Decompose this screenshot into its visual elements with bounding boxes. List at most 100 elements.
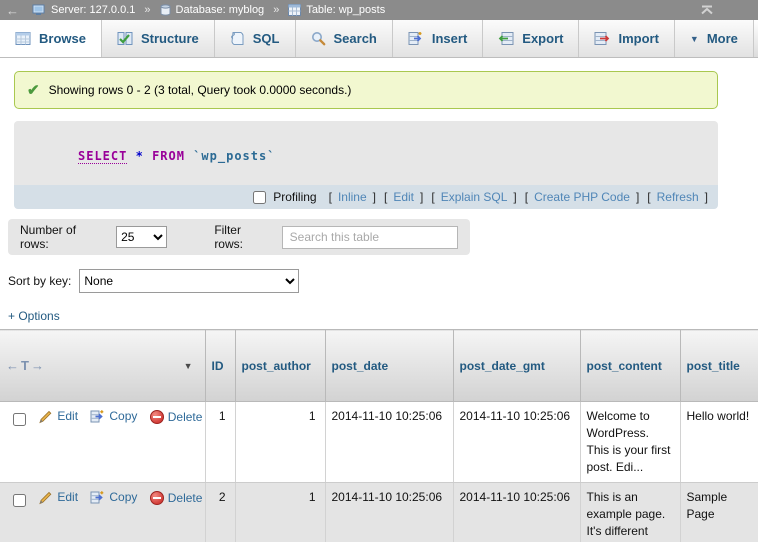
tab-search[interactable]: Search <box>296 20 393 57</box>
sort-arrow-icon[interactable]: ▼ <box>184 361 193 371</box>
create-php-code-link[interactable]: Create PHP Code <box>534 190 630 204</box>
tab-label: More <box>707 31 738 46</box>
cell-post-content: This is an example page. It's different … <box>580 483 680 542</box>
import-icon <box>594 31 610 46</box>
inline-link[interactable]: Inline <box>338 190 367 204</box>
export-icon <box>498 31 514 46</box>
chevron-down-icon: ▼ <box>690 34 699 44</box>
browse-icon <box>15 31 31 46</box>
row-checkbox[interactable] <box>13 413 26 426</box>
options-toggle-link[interactable]: + Options <box>8 309 60 323</box>
copy-icon <box>90 490 105 505</box>
search-icon <box>311 31 326 46</box>
breadcrumb-table: Table: wp_posts <box>306 4 385 16</box>
explain-sql-link[interactable]: Explain SQL <box>441 190 508 204</box>
cell-post-date-gmt: 2014-11-10 10:25:06 <box>453 483 580 542</box>
column-header-post-content[interactable]: post_content <box>580 330 680 402</box>
cell-post-title: Hello world! <box>680 402 758 483</box>
pencil-icon <box>38 409 53 424</box>
server-icon <box>32 4 46 16</box>
filter-rows-input[interactable] <box>282 226 458 249</box>
number-of-rows-label: Number of rows: <box>20 223 106 251</box>
sort-bar: Sort by key: None <box>8 269 758 293</box>
tab-label: Import <box>618 31 658 46</box>
sql-query: SELECT * FROM `wp_posts` <box>14 121 718 185</box>
tab-label: SQL <box>253 31 280 46</box>
delete-row-link[interactable]: Delete <box>150 409 203 426</box>
column-header-post-date[interactable]: post_date <box>325 330 453 402</box>
breadcrumb-separator: » <box>273 4 279 16</box>
back-arrow-icon[interactable]: ← <box>6 3 32 18</box>
row-checkbox[interactable] <box>13 494 26 507</box>
insert-icon <box>408 31 424 46</box>
success-check-icon: ✔ <box>27 81 40 99</box>
column-header-id[interactable]: ID <box>205 330 235 402</box>
pencil-icon <box>38 490 53 505</box>
tab-label: Export <box>522 31 563 46</box>
delete-icon <box>150 410 164 424</box>
sql-icon <box>230 31 245 46</box>
cell-post-author: 1 <box>235 483 325 542</box>
column-picker-icon[interactable]: ←T→ <box>6 358 46 373</box>
delete-icon <box>150 491 164 505</box>
breadcrumb-bar: ← Server: 127.0.0.1 » Database: myblog »… <box>0 0 758 20</box>
sql-keyword-select[interactable]: SELECT <box>78 149 127 164</box>
refresh-link[interactable]: Refresh <box>657 190 699 204</box>
cell-id: 1 <box>205 402 235 483</box>
copy-row-link[interactable]: Copy <box>90 408 137 425</box>
query-toolbar: Profiling [ Inline ] [ Edit ] [ Explain … <box>14 185 718 209</box>
results-table: ←T→ ▼ ID post_author post_date post_date… <box>0 329 758 542</box>
tab-sql[interactable]: SQL <box>215 20 296 57</box>
rows-filter-bar: Number of rows: 25 Filter rows: <box>8 219 470 255</box>
tab-label: Structure <box>141 31 199 46</box>
profiling-checkbox[interactable] <box>253 191 266 204</box>
edit-row-link[interactable]: Edit <box>38 408 78 425</box>
column-header-post-author[interactable]: post_author <box>235 330 325 402</box>
tab-label: Browse <box>39 31 86 46</box>
cell-id: 2 <box>205 483 235 542</box>
breadcrumb-separator: » <box>144 4 150 16</box>
cell-post-date: 2014-11-10 10:25:06 <box>325 402 453 483</box>
status-message: ✔ Showing rows 0 - 2 (3 total, Query too… <box>14 71 718 109</box>
cell-post-author: 1 <box>235 402 325 483</box>
sql-keyword-from: FROM <box>152 149 185 163</box>
breadcrumb-database[interactable]: Database: myblog <box>176 4 265 16</box>
column-picker-header[interactable]: ←T→ ▼ <box>0 330 205 402</box>
cell-post-date-gmt: 2014-11-10 10:25:06 <box>453 402 580 483</box>
structure-icon <box>117 31 133 46</box>
tab-more[interactable]: ▼ More <box>675 20 754 57</box>
tab-insert[interactable]: Insert <box>393 20 483 57</box>
collapse-icon[interactable] <box>700 5 714 15</box>
tab-label: Insert <box>432 31 467 46</box>
table-row: Edit Copy Delete 2 1 2014-11-10 10:25:06 <box>0 483 758 542</box>
tab-import[interactable]: Import <box>579 20 674 57</box>
profiling-label: Profiling <box>273 190 316 204</box>
column-header-post-date-gmt[interactable]: post_date_gmt <box>453 330 580 402</box>
sort-by-key-label: Sort by key: <box>8 274 71 288</box>
results-header-row: ←T→ ▼ ID post_author post_date post_date… <box>0 330 758 402</box>
tab-label: Search <box>334 31 377 46</box>
table-icon <box>288 4 301 16</box>
status-message-text: Showing rows 0 - 2 (3 total, Query took … <box>49 83 352 97</box>
tab-structure[interactable]: Structure <box>102 20 215 57</box>
delete-row-link[interactable]: Delete <box>150 490 203 507</box>
breadcrumb-server[interactable]: Server: 127.0.0.1 <box>51 4 135 16</box>
breadcrumb: Server: 127.0.0.1 » Database: myblog » T… <box>32 4 385 16</box>
cell-post-content: Welcome to WordPress. This is your first… <box>580 402 680 483</box>
sort-by-key-select[interactable]: None <box>79 269 299 293</box>
tab-export[interactable]: Export <box>483 20 579 57</box>
edit-query-link[interactable]: Edit <box>393 190 414 204</box>
sql-star: * <box>136 149 144 163</box>
edit-row-link[interactable]: Edit <box>38 489 78 506</box>
table-tabs: Browse Structure SQL Search Insert Expor… <box>0 20 758 58</box>
column-header-post-title[interactable]: post_title <box>680 330 758 402</box>
filter-rows-label: Filter rows: <box>214 223 271 251</box>
tab-browse[interactable]: Browse <box>0 20 102 57</box>
table-row: Edit Copy Delete 1 1 2014-11-10 10:25:06 <box>0 402 758 483</box>
query-box: SELECT * FROM `wp_posts` Profiling [ Inl… <box>14 121 718 209</box>
number-of-rows-select[interactable]: 25 <box>116 226 167 248</box>
copy-icon <box>90 409 105 424</box>
database-icon <box>160 4 171 16</box>
copy-row-link[interactable]: Copy <box>90 489 137 506</box>
cell-post-title: Sample Page <box>680 483 758 542</box>
